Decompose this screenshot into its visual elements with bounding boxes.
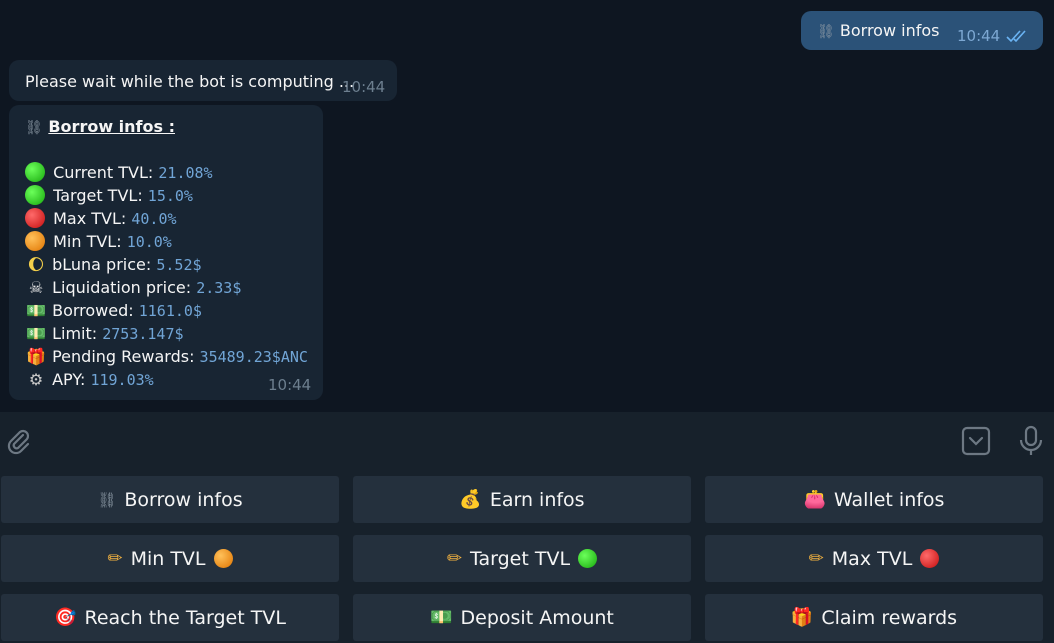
dollar-banknote-icon: 💵 [26, 301, 46, 320]
pencil-icon: ✏ [107, 548, 123, 569]
chains-icon: ⛓ [25, 120, 43, 136]
incoming-message-wait[interactable]: Please wait while the bot is computing .… [9, 60, 397, 101]
report-row-pending-rewards: 🎁 Pending Rewards: 35489.23$ANC [26, 347, 308, 366]
chat-area: ⛓ Borrow infos 10:44 Please wait while t… [0, 0, 1054, 412]
moon-icon: 🌔 [27, 255, 45, 274]
green-circle-icon [25, 162, 45, 182]
message-time: 10:44 [342, 78, 386, 96]
keyboard-button-min-tvl[interactable]: ✏ Min TVL [1, 535, 339, 582]
outgoing-message-text: ⛓ Borrow infos [817, 21, 940, 40]
paperclip-icon[interactable] [5, 427, 33, 455]
red-circle-icon [920, 549, 940, 568]
purse-icon: 👛 [803, 489, 826, 510]
keyboard-button-max-tvl[interactable]: ✏ Max TVL [705, 535, 1043, 582]
gift-icon: 🎁 [790, 607, 814, 628]
report-row-borrowed: 💵 Borrowed: 1161.0$ [26, 301, 202, 320]
gift-icon: 🎁 [26, 347, 46, 366]
red-circle-icon [25, 208, 45, 228]
report-row-max-tvl: Max TVL: 40.0% [25, 207, 308, 230]
microphone-icon[interactable] [1018, 425, 1044, 457]
chains-icon: ⛓ [97, 490, 117, 509]
pencil-icon: ✏ [446, 548, 463, 569]
chains-icon: ⛓ [817, 24, 835, 40]
skull-crossbones-icon: ☠ [28, 278, 44, 297]
bot-keyboard-icon[interactable] [961, 426, 991, 456]
report-row-limit: 💵 Limit: 2753.147$ [26, 324, 184, 343]
dollar-banknote-icon: 💵 [26, 324, 46, 343]
keyboard-button-earn-infos[interactable]: 💰 Earn infos [353, 476, 691, 523]
keyboard-button-borrow-infos[interactable]: ⛓ Borrow infos [1, 476, 339, 523]
orange-circle-icon [25, 231, 45, 251]
keyboard-button-target-tvl[interactable]: ✏ Target TVL [353, 535, 691, 582]
message-time: 10:44 [957, 27, 1001, 45]
report-row-current-tvl: Current TVL: 21.08% [25, 161, 308, 184]
message-input-bar[interactable] [0, 412, 1054, 470]
report-row-bluna-price: 🌔 bLuna price: 5.52$ [25, 253, 308, 276]
bot-reply-keyboard: ⛓ Borrow infos 💰 Earn infos 👛 Wallet inf… [0, 470, 1054, 643]
money-bag-icon: 💰 [459, 489, 482, 510]
green-circle-icon [25, 185, 45, 205]
read-checkmarks-icon [1006, 30, 1026, 43]
outgoing-message[interactable]: ⛓ Borrow infos 10:44 [801, 11, 1043, 50]
report-rows: Current TVL: 21.08% Target TVL: 15.0% Ma… [25, 161, 308, 391]
report-row-target-tvl: Target TVL: 15.0% [25, 184, 308, 207]
incoming-message-borrow-report[interactable]: ⛓ Borrow infos : Current TVL: 21.08% Tar… [9, 105, 323, 400]
green-circle-icon [578, 549, 598, 568]
keyboard-button-wallet-infos[interactable]: 👛 Wallet infos [705, 476, 1043, 523]
keyboard-button-reach-target-tvl[interactable]: 🎯 Reach the Target TVL [1, 594, 339, 641]
gear-icon: ⚙ [28, 370, 44, 389]
report-row-apy: ⚙ APY: 119.03% [25, 368, 308, 391]
orange-circle-icon [213, 549, 233, 568]
pencil-icon: ✏ [808, 548, 824, 569]
keyboard-button-deposit-amount[interactable]: 💵 Deposit Amount [353, 594, 691, 641]
report-row-liquidation-price: ☠ Liquidation price: 2.33$ [25, 276, 308, 299]
report-title: ⛓ Borrow infos : [25, 117, 175, 136]
direct-hit-icon: 🎯 [54, 607, 77, 628]
dollar-banknote-icon: 💵 [430, 607, 453, 628]
keyboard-button-claim-rewards[interactable]: 🎁 Claim rewards [705, 594, 1043, 641]
report-row-min-tvl: Min TVL: 10.0% [25, 230, 308, 253]
message-text: Please wait while the bot is computing .… [25, 72, 355, 91]
message-time: 10:44 [268, 376, 312, 394]
